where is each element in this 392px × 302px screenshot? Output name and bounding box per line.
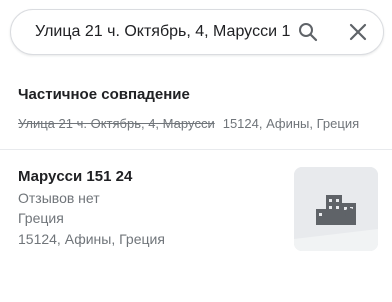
partial-match-title: Частичное совпадение: [18, 86, 190, 103]
search-icon[interactable]: [296, 20, 320, 44]
partial-match-matched-text: 15124, Афины, Греция: [222, 116, 360, 131]
result-country: Греция: [18, 210, 64, 226]
building-placeholder-icon: [294, 167, 378, 251]
partial-match-line: Улица 21 ч. Октябрь, 4, Маруcси 15124, Аф…: [18, 116, 359, 131]
partial-match-struck-text: Улица 21 ч. Октябрь, 4, Маруcси: [18, 116, 215, 131]
result-reviews: Отзывов нет: [18, 190, 100, 206]
close-icon[interactable]: [346, 20, 370, 44]
result-thumbnail: [294, 167, 378, 251]
result-name: Маруcси 151 24: [18, 168, 133, 185]
search-input[interactable]: [35, 10, 291, 54]
result-address: 15124, Афины, Греция: [18, 231, 165, 247]
result-item[interactable]: Маруcси 151 24 Отзывов нет Греция 15124,…: [0, 150, 392, 270]
search-bar[interactable]: [10, 9, 384, 55]
